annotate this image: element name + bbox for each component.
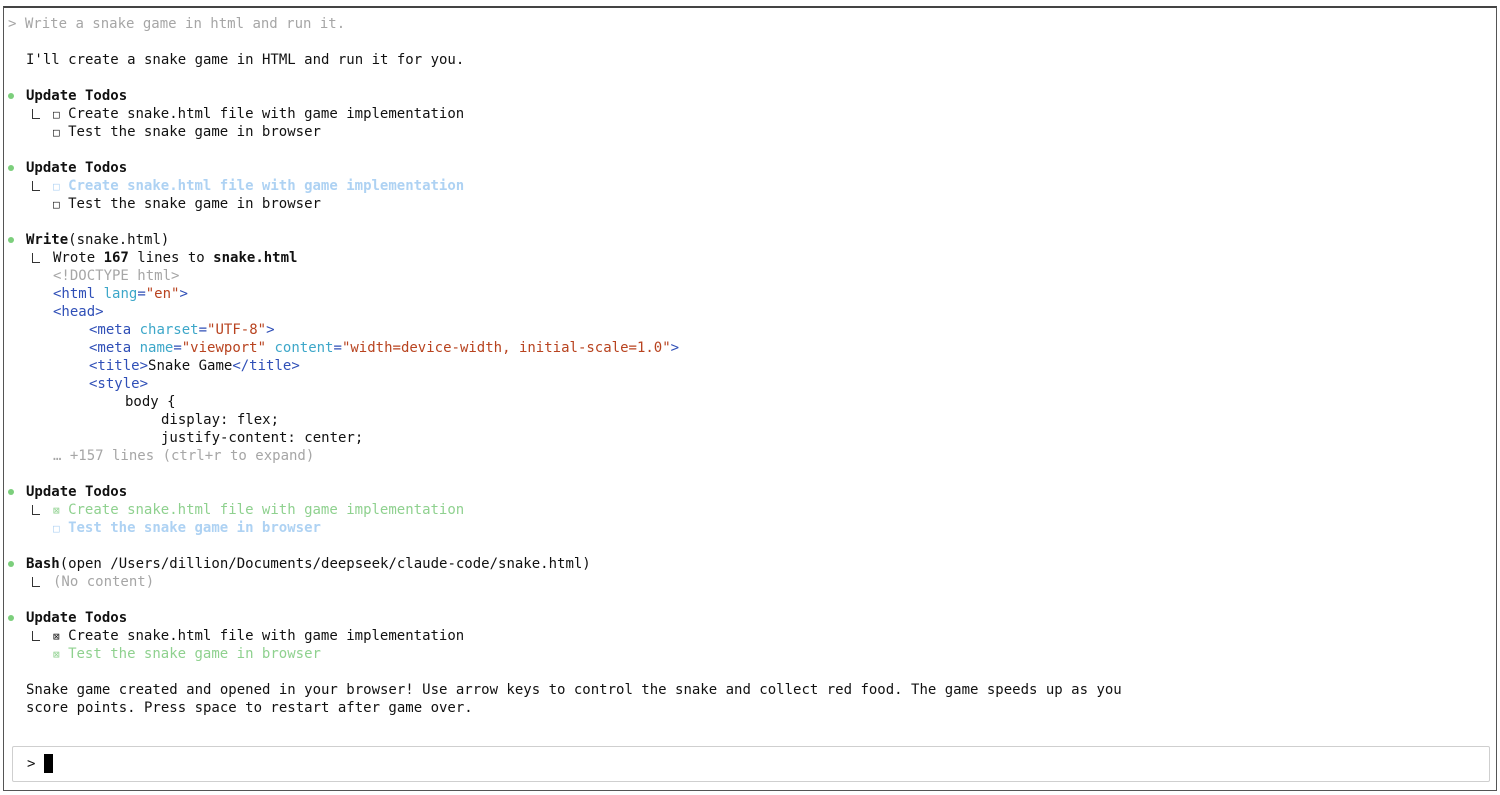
todo-item-in-progress: □ Create snake.html file with game imple… [53,178,465,194]
prompt-symbol: > [8,16,17,32]
code-line: justify-content: center; [161,430,364,446]
input-prompt-symbol: > [27,756,36,772]
code-line: <meta name="viewport" content="width=dev… [89,340,680,356]
expand-hint[interactable]: … +157 lines (ctrl+r to expand) [53,447,314,465]
todo-item-completed: ⊠ Test the snake game in browser [53,646,321,662]
todo-item-completed: ⊠ Create snake.html file with game imple… [53,502,465,518]
todos-title-1: Update Todos [26,88,128,104]
checkbox-unchecked-icon: □ [53,198,60,211]
bullet-icon [8,489,14,495]
todo-item: □ Test the snake game in browser [53,196,321,212]
checkbox-checked-icon: ⊠ [53,648,60,661]
todo-item: □ Test the snake game in browser [53,124,321,140]
bullet-icon [8,237,14,243]
final-message-line-2: score points. Press space to restart aft… [26,700,473,716]
tree-branch-icon [32,577,40,587]
tree-branch-icon [32,505,40,515]
prompt-input[interactable] [12,746,1490,782]
write-summary: Wrote 167 lines to snake.html [53,250,298,266]
code-line: <style> [89,376,149,392]
checkbox-unchecked-icon: □ [53,108,60,121]
bullet-icon [8,615,14,621]
checkbox-checked-icon: ⊠ [53,630,60,643]
text-cursor [44,754,53,773]
user-prompt-line: > Write a snake game in html and run it. [8,15,345,33]
checkbox-checked-icon: ⊠ [53,504,60,517]
todos-title-4: Update Todos [26,610,128,626]
code-line: <!DOCTYPE html> [53,268,180,284]
bullet-icon [8,165,14,171]
bullet-icon [8,561,14,567]
todo-item-completed: ⊠ Create snake.html file with game imple… [53,628,465,644]
todo-item-in-progress: □ Test the snake game in browser [53,520,321,536]
tree-branch-icon [32,631,40,641]
todos-title-3: Update Todos [26,484,128,500]
code-line: display: flex; [161,412,280,428]
checkbox-unchecked-icon: □ [53,522,60,535]
code-line: <title>Snake Game</title> [89,358,300,374]
tree-branch-icon [32,109,40,119]
assistant-intro: I'll create a snake game in HTML and run… [26,52,465,68]
user-prompt-text: Write a snake game in html and run it. [24,16,346,32]
code-line: <head> [53,304,104,320]
tree-branch-icon [32,181,40,191]
todos-title-2: Update Todos [26,160,128,176]
checkbox-unchecked-icon: □ [53,126,60,139]
code-line: <html lang="en"> [53,286,188,302]
code-line: body { [125,394,176,410]
bash-result: (No content) [53,574,155,590]
final-message-line-1: Snake game created and opened in your br… [26,682,1122,698]
write-tool-call: Write(snake.html) [26,232,170,248]
bullet-icon [8,93,14,99]
checkbox-unchecked-icon: □ [53,180,60,193]
tree-branch-icon [32,253,40,263]
bash-tool-call: Bash(open /Users/dillion/Documents/deeps… [26,556,591,572]
code-line: <meta charset="UTF-8"> [89,322,275,338]
todo-item: □ Create snake.html file with game imple… [53,106,465,122]
